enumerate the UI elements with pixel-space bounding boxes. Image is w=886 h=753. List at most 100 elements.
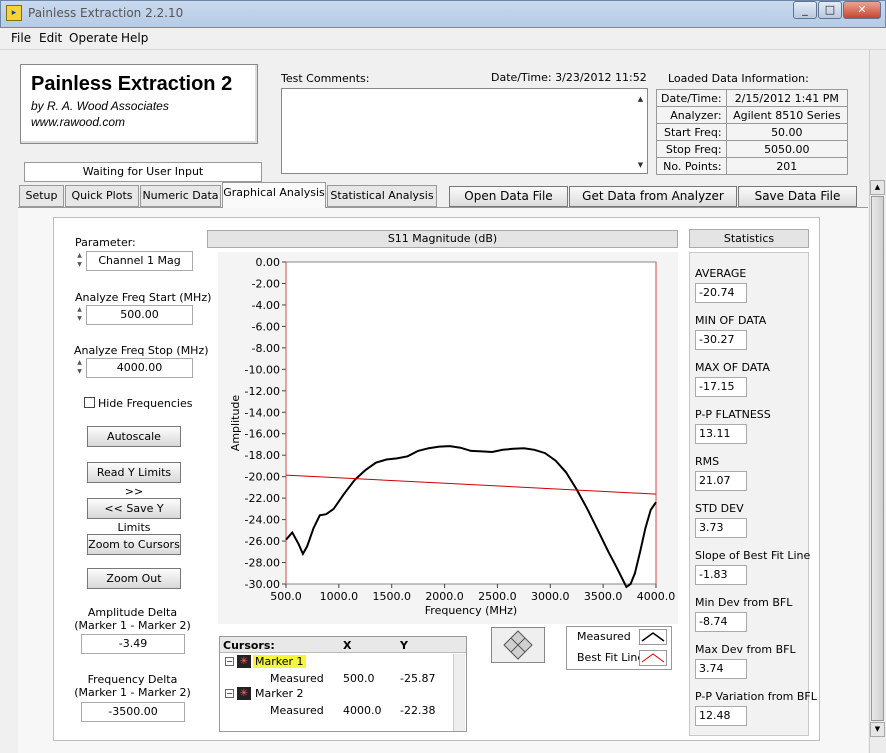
s11-magnitude-chart[interactable]: 0.00 -2.00 -4.00 -6.00 -8.00 -10.00 -12.00 -14.… bbox=[218, 252, 678, 624]
cursor-table: Cursors: X Y − ✳ Marker 1 Measured 500.0… bbox=[219, 636, 467, 732]
marker-1-x: 500.0 bbox=[343, 672, 375, 685]
freq-stop-spinner-icon[interactable]: ▲ ▼ bbox=[75, 358, 84, 378]
legend-measured: Measured bbox=[577, 630, 631, 643]
stat-label: Min Dev from BFL bbox=[695, 596, 793, 609]
graph-palette-zoom-icon[interactable] bbox=[491, 627, 545, 663]
marker-2-name[interactable]: Marker 2 bbox=[253, 687, 306, 700]
stat-value: 21.07 bbox=[695, 471, 747, 491]
labview-app-icon: ▸ bbox=[6, 5, 22, 21]
y-tick-label: -10.00 bbox=[245, 363, 280, 376]
open-data-file-button[interactable]: Open Data File bbox=[449, 186, 568, 207]
hide-frequencies-label: Hide Frequencies bbox=[98, 397, 193, 410]
comments-scroll-down-icon[interactable]: ▼ bbox=[634, 159, 647, 172]
parameter-select[interactable]: Channel 1 Mag bbox=[86, 251, 193, 271]
zoom-to-cursors-button[interactable]: Zoom to Cursors bbox=[87, 534, 181, 555]
loaded-value: 5050.00 bbox=[725, 140, 849, 158]
stat-label: P-P Variation from BFL bbox=[695, 690, 817, 703]
menu-file[interactable]: File bbox=[11, 31, 31, 45]
stat-label: Max Dev from BFL bbox=[695, 643, 796, 656]
y-axis-label: Amplitude bbox=[229, 395, 242, 452]
freq-start-spinner-icon[interactable]: ▲ ▼ bbox=[75, 305, 84, 325]
get-data-from-analyzer-button[interactable]: Get Data from Analyzer bbox=[569, 186, 737, 207]
hide-frequencies-checkbox[interactable] bbox=[84, 397, 95, 408]
marker-1-y: -25.87 bbox=[400, 672, 436, 685]
loaded-data-label: Loaded Data Information: bbox=[668, 72, 809, 85]
loaded-data-table: Date/Time: 2/15/2012 1:41 PM Analyzer: Agi… bbox=[656, 89, 849, 175]
marker-crosshair-icon: ✳ bbox=[237, 655, 251, 668]
x-tick-label: 2500.0 bbox=[478, 590, 517, 603]
y-tick-label: -28.00 bbox=[245, 557, 280, 570]
datetime-label: Date/Time: 3/23/2012 11:52 bbox=[491, 71, 647, 84]
scrollbar-thumb[interactable] bbox=[871, 196, 884, 721]
marker-1-sub: Measured bbox=[270, 672, 324, 685]
marker-2-y: -22.38 bbox=[400, 704, 436, 717]
status-indicator: Waiting for User Input bbox=[24, 162, 262, 182]
collapse-icon[interactable]: − bbox=[225, 657, 234, 666]
cursor-col-x: X bbox=[343, 639, 352, 652]
tab-statistical-analysis[interactable]: Statistical Analysis bbox=[327, 185, 437, 207]
scroll-down-icon[interactable]: ▼ bbox=[870, 722, 885, 737]
menu-edit[interactable]: Edit bbox=[39, 31, 62, 45]
maximize-button[interactable]: □ bbox=[818, 1, 842, 19]
frequency-delta-sublabel: (Marker 1 - Marker 2) bbox=[74, 686, 191, 699]
stat-value: 12.48 bbox=[695, 706, 747, 726]
tab-graphical-analysis[interactable]: Graphical Analysis bbox=[222, 182, 326, 208]
close-button[interactable]: ✕ bbox=[843, 1, 881, 19]
legend-best-fit-swatch bbox=[639, 650, 667, 666]
stat-value: 13.11 bbox=[695, 424, 747, 444]
x-axis-label: Frequency (MHz) bbox=[425, 604, 517, 617]
x-tick-label: 4000.0 bbox=[637, 590, 676, 603]
freq-stop-input[interactable]: 4000.00 bbox=[86, 358, 193, 378]
stat-label: RMS bbox=[695, 455, 720, 468]
comments-textarea[interactable] bbox=[281, 88, 648, 174]
tab-quick-plots[interactable]: Quick Plots bbox=[65, 185, 139, 207]
frequency-delta-label: Frequency Delta bbox=[87, 673, 178, 686]
loaded-value: 2/15/2012 1:41 PM bbox=[725, 89, 849, 107]
stat-value: -30.27 bbox=[695, 330, 747, 350]
cursor-col-y: Y bbox=[400, 639, 408, 652]
save-data-file-button[interactable]: Save Data File bbox=[738, 186, 857, 207]
y-tick-label: 0.00 bbox=[256, 256, 281, 269]
loaded-value: Agilent 8510 Series bbox=[725, 106, 849, 124]
marker-1-name[interactable]: Marker 1 bbox=[253, 655, 306, 668]
minimize-button[interactable]: _ bbox=[793, 1, 817, 19]
stat-label: Slope of Best Fit Line bbox=[695, 549, 811, 562]
app-name: Painless Extraction 2 bbox=[31, 73, 233, 95]
frequency-delta-value: -3500.00 bbox=[81, 702, 185, 722]
parameter-spinner-icon[interactable]: ▲ ▼ bbox=[75, 251, 84, 271]
website-text: www.rawood.com bbox=[31, 115, 126, 129]
autoscale-button[interactable]: Autoscale bbox=[87, 426, 181, 447]
tab-numeric-data[interactable]: Numeric Data bbox=[140, 185, 221, 207]
loaded-key: Analyzer: bbox=[656, 106, 727, 124]
x-tick-label: 1000.0 bbox=[320, 590, 359, 603]
comments-scroll-up-icon[interactable]: ▲ bbox=[634, 93, 647, 106]
amplitude-delta-sublabel: (Marker 1 - Marker 2) bbox=[74, 619, 191, 632]
y-tick-label: -2.00 bbox=[252, 277, 280, 290]
freq-start-label: Analyze Freq Start (MHz) bbox=[75, 291, 212, 304]
stat-label: STD DEV bbox=[695, 502, 744, 515]
freq-start-input[interactable]: 500.00 bbox=[86, 305, 193, 325]
menu-help[interactable]: Help bbox=[121, 31, 148, 45]
amplitude-delta-label: Amplitude Delta bbox=[87, 606, 178, 619]
statistics-header: Statistics bbox=[689, 229, 809, 248]
scroll-up-icon[interactable]: ▲ bbox=[870, 180, 885, 195]
y-tick-label: -22.00 bbox=[245, 492, 280, 505]
collapse-icon[interactable]: − bbox=[225, 689, 234, 698]
freq-stop-label: Analyze Freq Stop (MHz) bbox=[74, 344, 209, 357]
stat-value: -1.83 bbox=[695, 565, 747, 585]
y-tick-label: -18.00 bbox=[245, 449, 280, 462]
author-text: by R. A. Wood Associates bbox=[31, 99, 169, 113]
legend-measured-swatch bbox=[639, 629, 667, 645]
loaded-key: Date/Time: bbox=[656, 89, 727, 107]
cursor-table-scrollbar[interactable] bbox=[453, 654, 465, 731]
comments-label: Test Comments: bbox=[281, 72, 370, 85]
y-tick-label: -4.00 bbox=[252, 299, 280, 312]
menu-operate[interactable]: Operate bbox=[69, 31, 118, 45]
stat-label: AVERAGE bbox=[695, 267, 747, 280]
save-y-limits-button[interactable]: << Save Y Limits bbox=[87, 498, 181, 534]
zoom-out-button[interactable]: Zoom Out bbox=[87, 568, 181, 589]
parameter-label: Parameter: bbox=[75, 236, 136, 249]
tab-setup[interactable]: Setup bbox=[19, 185, 64, 207]
read-y-limits-button[interactable]: Read Y Limits >> bbox=[87, 462, 181, 498]
x-tick-label: 1500.0 bbox=[372, 590, 411, 603]
